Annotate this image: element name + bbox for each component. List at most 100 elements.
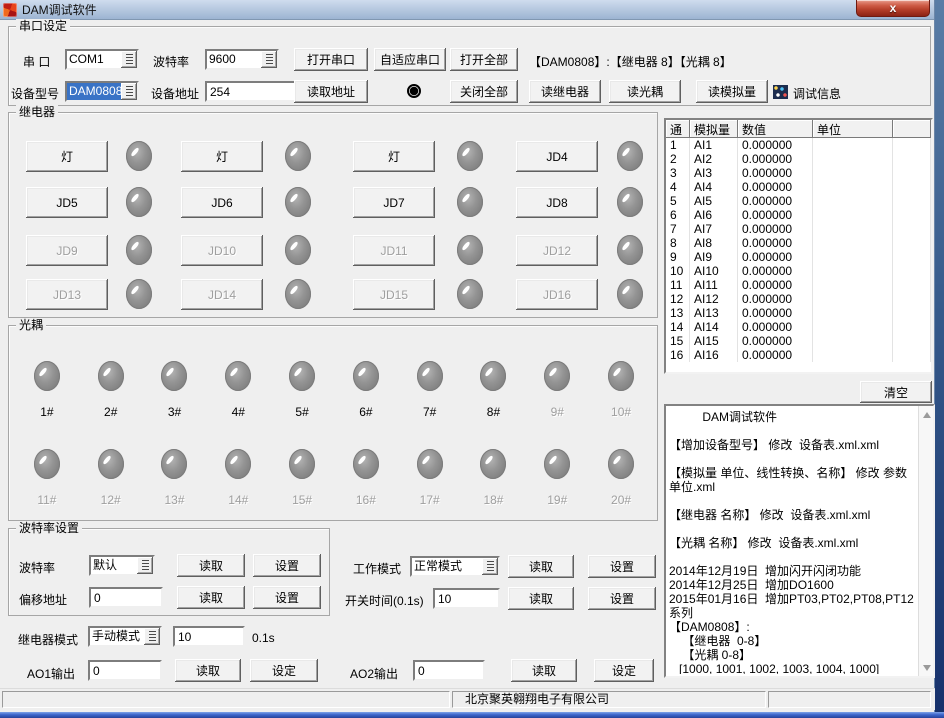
switch-time-read-button[interactable]: 读取 — [508, 587, 574, 610]
log-scrollbar[interactable] — [918, 406, 933, 676]
offset-address-input[interactable] — [89, 587, 163, 608]
analog-header-value[interactable]: 数值 — [738, 120, 813, 138]
ao1-set-button[interactable]: 设定 — [250, 659, 318, 682]
relay-button-3[interactable]: 灯 — [353, 141, 435, 172]
analog-cell — [813, 180, 893, 194]
work-mode-set-button[interactable]: 设置 — [588, 555, 656, 578]
baud-mode-dropdown-icon[interactable] — [137, 557, 153, 574]
analog-cell — [893, 348, 931, 362]
relay-button-1[interactable]: 灯 — [26, 141, 108, 172]
relay-button-7[interactable]: JD7 — [353, 187, 435, 218]
baud-rate-dropdown-icon[interactable] — [261, 51, 277, 68]
title-bar[interactable]: DAM调试软件 x — [0, 0, 934, 20]
relay-button-6[interactable]: JD6 — [181, 187, 263, 218]
analog-cell: 0.000000 — [738, 320, 813, 334]
close-button[interactable]: x — [856, 0, 930, 17]
analog-row-7[interactable]: 7AI70.000000 — [666, 222, 931, 236]
switch-time-set-button[interactable]: 设置 — [588, 587, 656, 610]
baud-label: 波特率 — [153, 53, 189, 70]
desktop-bottom-strip — [0, 712, 944, 718]
relay-button-5[interactable]: JD5 — [26, 187, 108, 218]
analog-cell — [813, 250, 893, 264]
baud-set-button[interactable]: 设置 — [253, 554, 321, 577]
ao2-set-button[interactable]: 设定 — [594, 659, 654, 682]
analog-header-extra[interactable] — [893, 120, 931, 138]
analog-row-16[interactable]: 16AI160.000000 — [666, 348, 931, 362]
work-mode-read-button[interactable]: 读取 — [508, 555, 574, 578]
relay-button-8[interactable]: JD8 — [516, 187, 598, 218]
offset-read-button[interactable]: 读取 — [177, 586, 245, 609]
analog-cell — [813, 166, 893, 180]
read-address-button[interactable]: 读取地址 — [294, 80, 368, 103]
ao2-read-button[interactable]: 读取 — [511, 659, 577, 682]
analog-row-8[interactable]: 8AI80.000000 — [666, 236, 931, 250]
open-all-button[interactable]: 打开全部 — [450, 48, 518, 71]
relay-indicator-9 — [126, 235, 152, 265]
analog-cell — [813, 222, 893, 236]
relay-button-2[interactable]: 灯 — [181, 141, 263, 172]
clear-button[interactable]: 清空 — [860, 381, 932, 403]
analog-cell — [893, 166, 931, 180]
analog-row-10[interactable]: 10AI100.000000 — [666, 264, 931, 278]
analog-row-14[interactable]: 14AI140.000000 — [666, 320, 931, 334]
analog-row-9[interactable]: 9AI90.000000 — [666, 250, 931, 264]
analog-cell — [893, 250, 931, 264]
relay-mode-time-input[interactable] — [173, 626, 245, 647]
analog-row-13[interactable]: 13AI130.000000 — [666, 306, 931, 320]
opto-row-2: 11#12#13#14#15#16#17#18#19#20# — [15, 449, 653, 507]
com-port-combo[interactable]: COM1 — [65, 49, 139, 70]
opto-channel-9: 9# — [525, 361, 589, 419]
analog-header-channel[interactable]: 通 — [666, 120, 690, 138]
analog-cell — [893, 194, 931, 208]
read-analog-button[interactable]: 读模拟量 — [696, 80, 768, 103]
analog-row-12[interactable]: 12AI120.000000 — [666, 292, 931, 306]
ao1-read-button[interactable]: 读取 — [175, 659, 241, 682]
analog-cell: 0.000000 — [738, 334, 813, 348]
read-opto-button[interactable]: 读光耦 — [609, 80, 681, 103]
relay-mode-label: 继电器模式 — [18, 631, 78, 648]
work-mode-combo[interactable]: 正常模式 — [410, 556, 500, 577]
open-serial-button[interactable]: 打开串口 — [294, 48, 368, 71]
device-model-dropdown-icon[interactable] — [121, 83, 137, 100]
analog-row-11[interactable]: 11AI110.000000 — [666, 278, 931, 292]
work-mode-dropdown-icon[interactable] — [482, 558, 498, 575]
analog-header-name[interactable]: 模拟量 — [690, 120, 738, 138]
offset-set-button[interactable]: 设置 — [253, 586, 321, 609]
scroll-up-icon[interactable] — [919, 407, 934, 422]
relay-mode-dropdown-icon[interactable] — [144, 628, 160, 645]
analog-cell: 0.000000 — [738, 306, 813, 320]
opto-channel-17: 17# — [398, 449, 462, 507]
com-port-dropdown-icon[interactable] — [121, 51, 137, 68]
analog-cell: AI12 — [690, 292, 738, 306]
relay-button-4[interactable]: JD4 — [516, 141, 598, 172]
relay-mode-combo[interactable]: 手动模式 — [88, 626, 162, 647]
baud-read-button[interactable]: 读取 — [177, 554, 245, 577]
opto-indicator-11 — [34, 449, 60, 479]
baud-mode-value: 默认 — [91, 557, 137, 574]
analog-cell: AI15 — [690, 334, 738, 348]
ao2-output-label: AO2输出 — [350, 665, 398, 682]
analog-row-5[interactable]: 5AI50.000000 — [666, 194, 931, 208]
opto-channel-18: 18# — [462, 449, 526, 507]
baud-mode-combo[interactable]: 默认 — [89, 555, 155, 576]
read-relay-button[interactable]: 读继电器 — [529, 80, 601, 103]
analog-row-1[interactable]: 1AI10.000000 — [666, 138, 931, 152]
auto-serial-button[interactable]: 自适应串口 — [374, 48, 446, 71]
scroll-down-icon[interactable] — [919, 660, 934, 675]
log-panel[interactable]: DAM调试软件 【增加设备型号】 修改 设备表.xml.xml 【模拟量 单位、… — [664, 404, 935, 678]
ao1-output-input[interactable] — [88, 660, 162, 681]
analog-row-2[interactable]: 2AI20.000000 — [666, 152, 931, 166]
app-icon — [3, 3, 17, 17]
analog-row-3[interactable]: 3AI30.000000 — [666, 166, 931, 180]
device-address-input[interactable] — [205, 81, 297, 102]
close-all-button[interactable]: 关闭全部 — [450, 80, 518, 103]
ao2-output-input[interactable] — [413, 660, 485, 681]
analog-row-4[interactable]: 4AI40.000000 — [666, 180, 931, 194]
switch-time-input[interactable] — [433, 588, 500, 609]
analog-row-15[interactable]: 15AI150.000000 — [666, 334, 931, 348]
baud-rate-combo[interactable]: 9600 — [205, 49, 279, 70]
device-model-combo[interactable]: DAM0808 — [65, 81, 139, 102]
relay-button-15: JD15 — [353, 279, 435, 310]
analog-header-unit[interactable]: 单位 — [813, 120, 893, 138]
analog-row-6[interactable]: 6AI60.000000 — [666, 208, 931, 222]
